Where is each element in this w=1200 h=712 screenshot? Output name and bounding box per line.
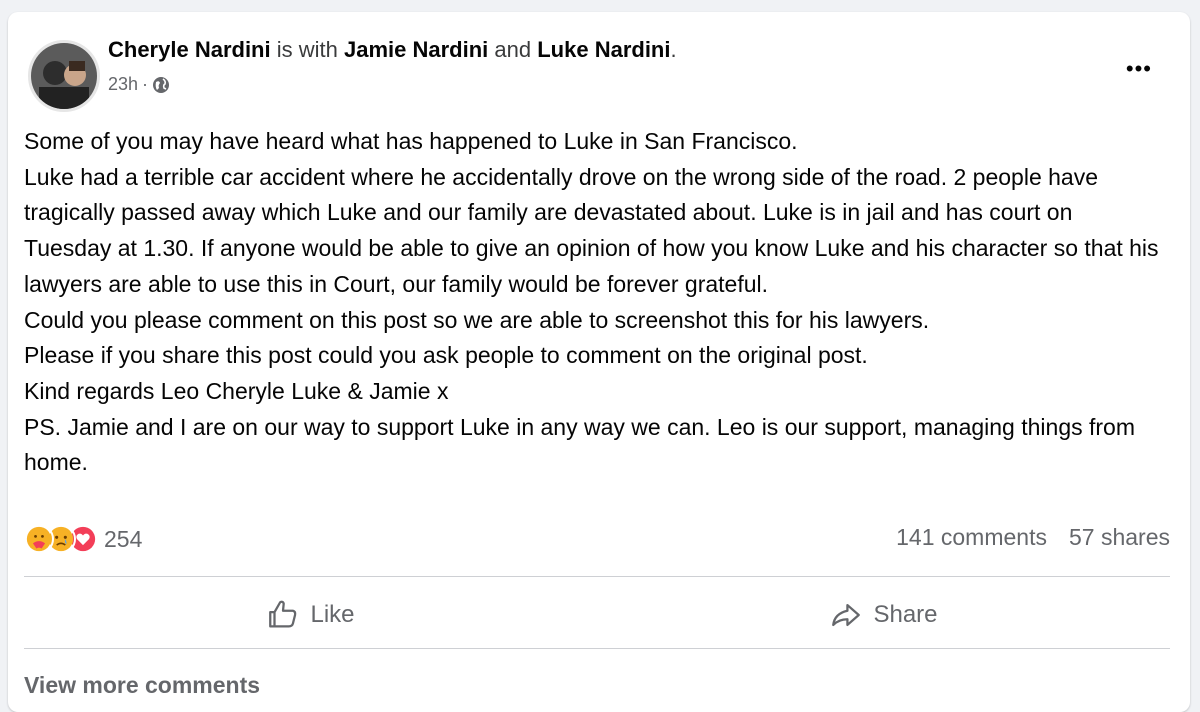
post-header: Cheryle Nardini is with Jamie Nardini an…	[108, 36, 677, 64]
post-stats: 254 141 comments 57 shares	[24, 524, 1170, 560]
share-button[interactable]: Share	[597, 584, 1170, 646]
and-text: and	[494, 37, 532, 62]
like-button[interactable]: Like	[24, 584, 597, 646]
tagged-user-luke[interactable]: Luke Nardini	[537, 37, 670, 62]
post-card: Cheryle Nardini is with Jamie Nardini an…	[8, 12, 1190, 712]
stats-right: 141 comments 57 shares	[896, 524, 1170, 551]
divider-top	[24, 576, 1170, 577]
view-more-comments-link[interactable]: View more comments	[24, 672, 260, 699]
post-line: Kind regards Leo Cheryle Luke & Jamie x	[24, 377, 449, 404]
like-label: Like	[310, 601, 355, 628]
post-line: PS. Jamie and I are on our way to suppor…	[24, 413, 1135, 476]
globe-icon[interactable]	[152, 76, 170, 94]
post-body: Some of you may have heard what has happ…	[24, 124, 1164, 481]
share-icon	[832, 603, 861, 627]
thumbs-up-icon	[269, 600, 297, 628]
more-options-icon[interactable]: •••	[1126, 56, 1152, 82]
post-line: Some of you may have heard what has happ…	[24, 128, 798, 154]
meta-separator: ·	[142, 74, 149, 94]
comments-count[interactable]: 141 comments	[896, 524, 1047, 551]
post-line: Luke had a terrible car accident where h…	[24, 163, 1159, 297]
care-reaction-icon	[24, 524, 54, 554]
header-period: .	[670, 37, 677, 62]
post-line: Could you please comment on this post so…	[24, 306, 930, 333]
action-bar: Like Share	[24, 584, 1170, 646]
author-avatar[interactable]	[28, 40, 100, 112]
divider-bottom	[24, 648, 1170, 649]
with-text: is with	[276, 37, 338, 62]
tagged-user-jamie[interactable]: Jamie Nardini	[344, 37, 488, 62]
post-line: Please if you share this post could you …	[24, 342, 868, 369]
shares-count[interactable]: 57 shares	[1069, 524, 1170, 551]
reactions-summary[interactable]: 254	[24, 524, 142, 554]
post-timestamp[interactable]: 23h	[108, 74, 138, 95]
author-name[interactable]: Cheryle Nardini	[108, 37, 271, 62]
reaction-count: 254	[104, 525, 143, 552]
share-label: Share	[873, 601, 938, 628]
post-meta: 23h ·	[108, 74, 170, 95]
avatar-photo	[31, 43, 97, 109]
